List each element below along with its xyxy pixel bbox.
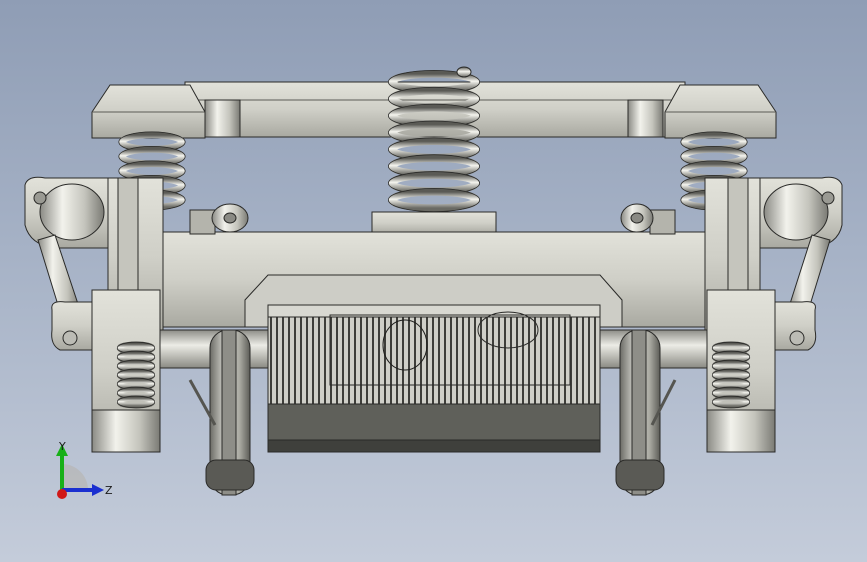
z-axis-label: Z bbox=[105, 484, 113, 497]
left-axlebox[interactable] bbox=[91, 289, 161, 453]
bogie-3d-model[interactable] bbox=[0, 0, 867, 562]
z-axis-arrowhead bbox=[92, 484, 104, 496]
brake-bracket-left[interactable] bbox=[189, 203, 249, 235]
left-wheel[interactable] bbox=[205, 329, 255, 496]
right-axlebox[interactable] bbox=[706, 289, 776, 453]
brake-bracket-right[interactable] bbox=[620, 203, 676, 235]
x-axis-dot bbox=[57, 489, 67, 499]
traction-motor-housing[interactable] bbox=[267, 304, 601, 453]
orientation-triad[interactable]: Y Z bbox=[50, 440, 120, 510]
y-axis-label: Y bbox=[58, 440, 66, 453]
cad-graphics-viewport[interactable]: Y Z bbox=[0, 0, 867, 562]
central-spring-coil bbox=[388, 188, 480, 212]
triad-plane-icon bbox=[62, 464, 88, 490]
